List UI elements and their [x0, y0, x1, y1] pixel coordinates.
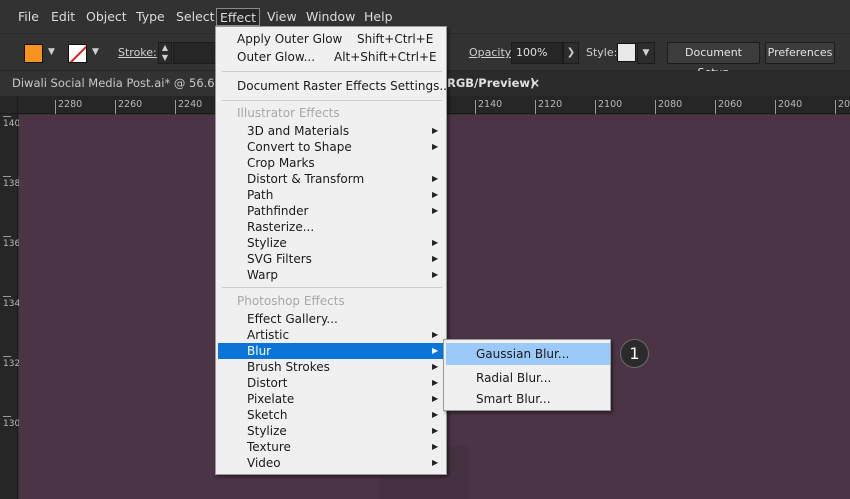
menu-item-pathfinder[interactable]: Pathfinder ▶ [216, 203, 446, 219]
submenu-arrow-icon: ▶ [432, 362, 439, 371]
submenu-arrow-icon: ▶ [432, 410, 439, 419]
submenu-arrow-icon: ▶ [432, 142, 439, 151]
chevron-down-icon[interactable]: ▼ [48, 47, 55, 57]
menu-item-distort[interactable]: Distort ▶ [216, 375, 446, 391]
menu-item-raster-settings[interactable]: Document Raster Effects Settings... [216, 78, 451, 94]
preferences-button[interactable]: Preferences [765, 42, 835, 64]
menu-help[interactable]: Help [361, 8, 396, 26]
submenu-arrow-icon: ▶ [432, 254, 439, 263]
menu-object[interactable]: Object [83, 8, 130, 26]
menu-item-ps-stylize[interactable]: Stylize ▶ [216, 423, 446, 439]
ruler-tick: 2100 [595, 100, 622, 114]
photoshop-effects-header: Photoshop Effects [237, 294, 345, 308]
step-number-badge: 1 [620, 339, 649, 368]
menu-item-artistic[interactable]: Artistic ▶ [216, 327, 446, 343]
submenu-arrow-icon: ▶ [432, 442, 439, 451]
ruler-corner[interactable] [0, 96, 18, 114]
menu-view[interactable]: View [264, 8, 300, 26]
menu-item-gaussian-blur[interactable]: Gaussian Blur... [446, 343, 610, 365]
menu-item-outer-glow[interactable]: Outer Glow... Alt+Shift+Ctrl+E [216, 49, 446, 65]
document-tab-suffix: RGB/Preview) [447, 76, 536, 90]
ruler-tick: 2120 [535, 100, 562, 114]
submenu-arrow-icon: ▶ [432, 206, 439, 215]
menu-separator [222, 71, 442, 72]
stroke-label[interactable]: Stroke: [118, 46, 157, 59]
stroke-weight-input[interactable] [173, 42, 218, 64]
ruler-tick: 2080 [655, 100, 682, 114]
menu-item-radial-blur[interactable]: Radial Blur... [444, 367, 610, 389]
menu-item-rasterize[interactable]: Rasterize... [216, 219, 446, 235]
fill-swatch[interactable] [24, 44, 43, 63]
chevron-right-icon[interactable]: ❯ [563, 42, 579, 64]
stroke-spinner[interactable]: ▲ ▼ [158, 42, 172, 64]
ruler-tick: 1380 [3, 176, 26, 190]
menu-item-warp[interactable]: Warp ▶ [216, 267, 446, 283]
menu-item-3d-materials[interactable]: 3D and Materials ▶ [216, 123, 446, 139]
menu-item-crop-marks[interactable]: Crop Marks [216, 155, 446, 171]
menu-type[interactable]: Type [133, 8, 168, 26]
menu-item-sketch[interactable]: Sketch ▶ [216, 407, 446, 423]
submenu-arrow-icon: ▶ [432, 238, 439, 247]
menu-item-blur[interactable]: Blur ▶ [218, 343, 444, 359]
ruler-tick: 2240 [175, 100, 202, 114]
close-icon[interactable]: × [530, 71, 540, 96]
effect-menu: Apply Outer Glow Shift+Ctrl+E Outer Glow… [215, 26, 451, 475]
menu-item-brush-strokes[interactable]: Brush Strokes ▶ [216, 359, 446, 375]
ruler-tick: 2060 [715, 100, 742, 114]
submenu-arrow-icon: ▶ [432, 426, 439, 435]
menu-separator [222, 100, 442, 101]
ruler-tick: 1340 [3, 296, 26, 310]
submenu-arrow-icon: ▶ [432, 378, 439, 387]
menu-file[interactable]: File [15, 8, 42, 26]
ruler-tick: 2260 [115, 100, 142, 114]
ruler-tick: 1360 [3, 236, 26, 250]
submenu-arrow-icon: ▶ [432, 126, 439, 135]
menu-item-apply-outer-glow[interactable]: Apply Outer Glow Shift+Ctrl+E [216, 31, 446, 47]
submenu-arrow-icon: ▶ [432, 346, 439, 355]
menu-item-effect-gallery[interactable]: Effect Gallery... [216, 311, 446, 327]
document-tab[interactable]: Diwali Social Media Post.ai* @ 56.67 % (… [0, 71, 214, 96]
menu-effect[interactable]: Effect [216, 8, 260, 26]
chevron-down-icon[interactable]: ▼ [92, 47, 99, 57]
ruler-tick: 2020 [835, 100, 850, 114]
menu-item-svg-filters[interactable]: SVG Filters ▶ [216, 251, 446, 267]
document-setup-button[interactable]: Document Setup [667, 42, 760, 79]
menu-item-path[interactable]: Path ▶ [216, 187, 446, 203]
ruler-tick: 1300 [3, 416, 26, 430]
menu-item-texture[interactable]: Texture ▶ [216, 439, 446, 455]
chevron-down-icon[interactable]: ▼ [637, 42, 655, 64]
menu-select[interactable]: Select [173, 8, 218, 26]
style-label: Style: [586, 46, 618, 59]
menu-window[interactable]: Window [303, 8, 358, 26]
submenu-arrow-icon: ▶ [432, 270, 439, 279]
style-swatch[interactable] [617, 43, 636, 62]
blur-submenu: Gaussian Blur... Radial Blur... Smart Bl… [443, 339, 611, 411]
submenu-arrow-icon: ▶ [432, 174, 439, 183]
submenu-arrow-icon: ▶ [432, 394, 439, 403]
submenu-arrow-icon: ▶ [432, 458, 439, 467]
menu-item-distort-transform[interactable]: Distort & Transform ▶ [216, 171, 446, 187]
submenu-arrow-icon: ▶ [432, 330, 439, 339]
ruler-tick: 2280 [55, 100, 82, 114]
ruler-tick: 2040 [775, 100, 802, 114]
chevron-down-icon: ▼ [161, 53, 169, 62]
opacity-label[interactable]: Opacity: [469, 46, 514, 59]
menu-separator [222, 287, 442, 288]
menu-item-pixelate[interactable]: Pixelate ▶ [216, 391, 446, 407]
ruler-tick: 1320 [3, 356, 26, 370]
stroke-swatch[interactable] [68, 44, 87, 63]
submenu-arrow-icon: ▶ [432, 190, 439, 199]
menu-item-video[interactable]: Video ▶ [216, 455, 446, 471]
chevron-up-icon: ▲ [161, 43, 169, 52]
vertical-ruler[interactable]: 1400 1380 1360 1340 1320 1300 [0, 114, 26, 499]
ruler-tick: 2140 [475, 100, 502, 114]
menu-item-convert-to-shape[interactable]: Convert to Shape ▶ [216, 139, 446, 155]
ruler-tick: 1400 [3, 116, 26, 130]
opacity-input[interactable]: 100% [511, 42, 563, 64]
menu-edit[interactable]: Edit [48, 8, 78, 26]
menu-item-smart-blur[interactable]: Smart Blur... [444, 388, 610, 410]
illustrator-effects-header: Illustrator Effects [237, 106, 340, 120]
menu-item-stylize[interactable]: Stylize ▶ [216, 235, 446, 251]
